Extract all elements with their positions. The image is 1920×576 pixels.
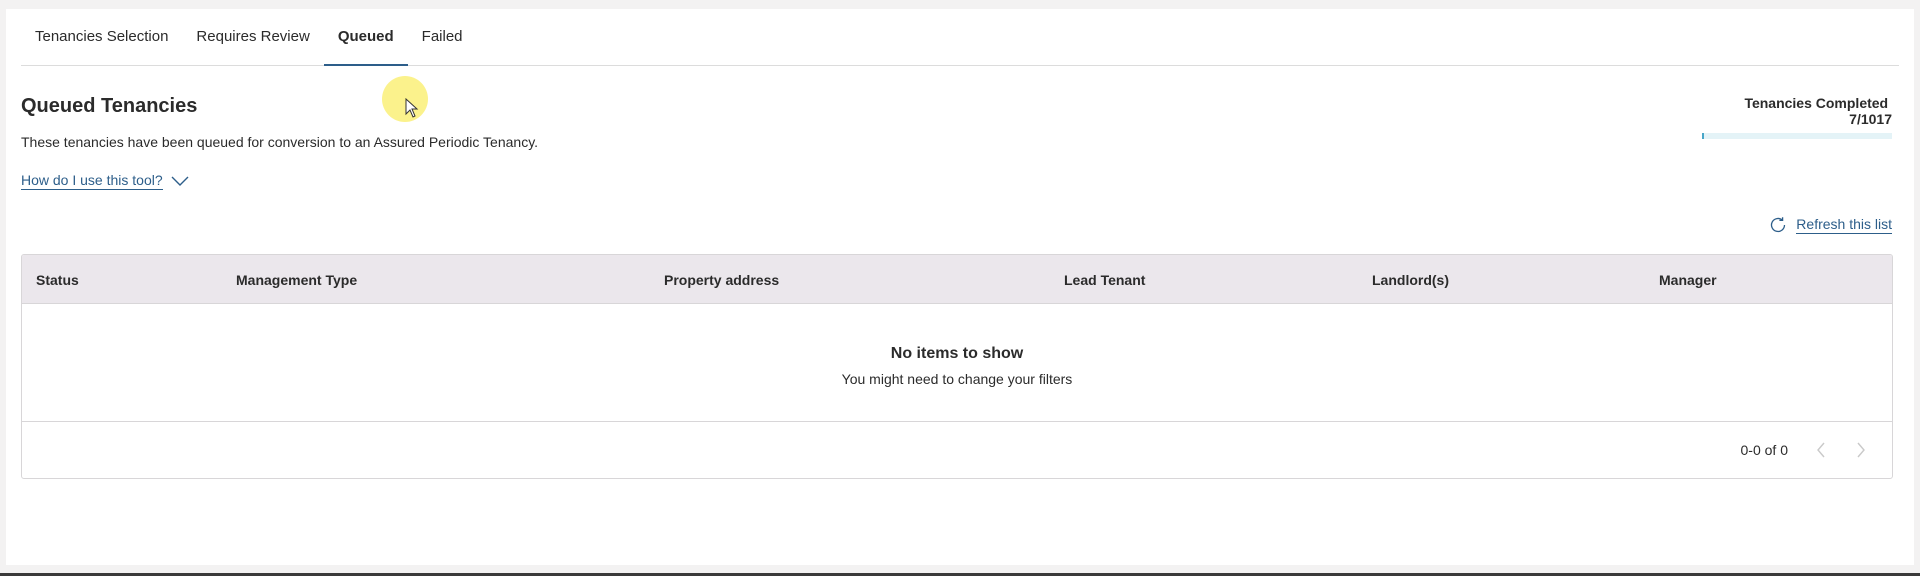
refresh-icon [1771,217,1786,233]
pagination-range: 0-0 of 0 [1740,441,1788,458]
chevron-left-icon [1817,442,1825,457]
column-header-property-address[interactable]: Property address [664,255,779,304]
refresh-button[interactable]: Refresh this list [1768,215,1892,235]
tab-tenancies-selection[interactable]: Tenancies Selection [21,8,182,65]
progress-panel: Tenancies Completed 7/1017 [1702,95,1892,139]
table-header: Status Management Type Property address … [22,255,1892,304]
progress-value: 7/1017 [1849,111,1892,127]
tab-label: Requires Review [196,28,310,45]
tab-label: Failed [421,28,463,45]
next-page-button[interactable] [1850,439,1872,461]
tenancies-table: Status Management Type Property address … [21,254,1893,479]
column-header-manager[interactable]: Manager [1659,255,1717,304]
chevron-right-icon [1857,442,1865,457]
page-title: Queued Tenancies [21,95,198,117]
table-footer: 0-0 of 0 [22,422,1892,477]
column-header-management-type[interactable]: Management Type [236,255,357,304]
column-header-status[interactable]: Status [36,255,79,304]
progress-bar [1702,133,1892,139]
refresh-label[interactable]: Refresh this list [1796,216,1892,234]
mouse-pointer-icon [405,98,419,118]
page-description: These tenancies have been queued for con… [21,134,539,150]
column-header-landlords[interactable]: Landlord(s) [1372,255,1449,304]
help-link[interactable]: How do I use this tool? [21,172,163,190]
tab-requires-review[interactable]: Requires Review [182,8,323,65]
progress-label-text: Tenancies Completed [1744,95,1889,111]
chevron-down-icon [171,176,189,186]
progress-fill [1702,133,1704,139]
empty-state: No items to show You might need to chang… [22,304,1892,422]
column-header-lead-tenant[interactable]: Lead Tenant [1064,255,1145,304]
tab-queued[interactable]: Queued [323,8,408,66]
help-toggle[interactable]: How do I use this tool? [21,172,189,190]
tab-failed[interactable]: Failed [408,8,477,65]
empty-state-subtitle: You might need to change your filters [841,370,1073,387]
empty-state-title: No items to show [890,344,1024,362]
tab-label: Tenancies Selection [35,28,169,45]
page: Tenancies Selection Requires Review Queu… [6,9,1914,565]
previous-page-button[interactable] [1810,439,1832,461]
tab-label: Queued [337,28,394,45]
progress-label: Tenancies Completed 7/1017 [1702,95,1892,127]
tab-bar: Tenancies Selection Requires Review Queu… [21,9,1899,66]
